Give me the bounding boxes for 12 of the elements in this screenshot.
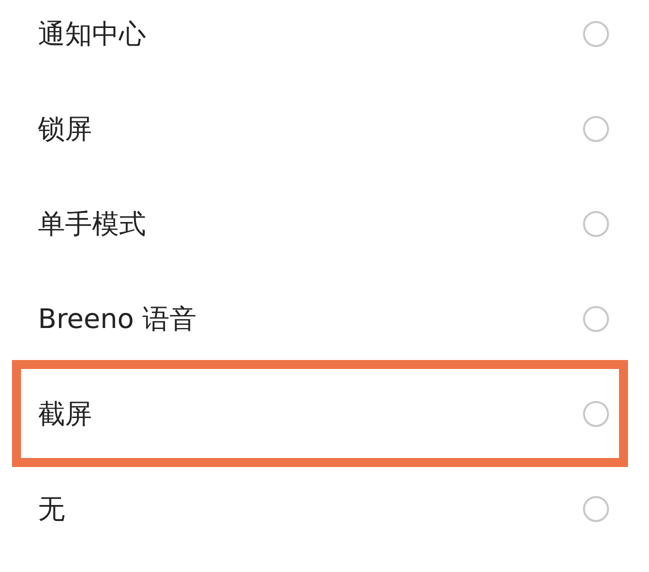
option-label: 通知中心: [38, 18, 146, 52]
option-label: Breeno 语音: [38, 302, 196, 336]
radio-button[interactable]: [583, 496, 609, 522]
radio-button[interactable]: [583, 306, 609, 332]
radio-button[interactable]: [583, 400, 609, 426]
radio-button[interactable]: [583, 116, 609, 142]
option-label: 锁屏: [38, 112, 92, 146]
option-label: 单手模式: [38, 208, 146, 242]
radio-button[interactable]: [583, 20, 609, 46]
radio-button[interactable]: [583, 210, 609, 236]
option-label: 截屏: [38, 398, 92, 432]
option-label: 无: [38, 492, 65, 526]
